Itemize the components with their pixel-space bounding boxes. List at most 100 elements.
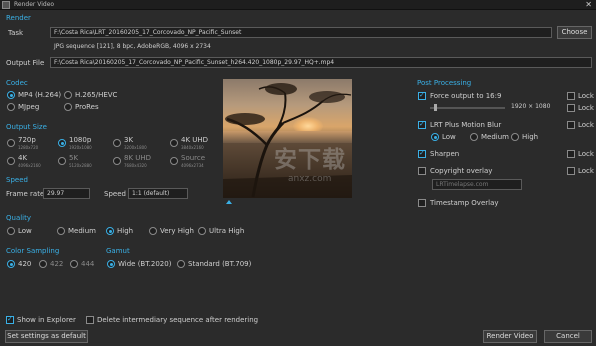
motion-blur-lock-label: Lock [578,121,594,129]
app-icon [2,1,10,9]
size-radio-3k[interactable] [113,139,121,147]
size-sub-720p: 1280x720 [18,145,39,150]
sampling-label-422: 422 [50,260,64,268]
quality-radio-very-high[interactable] [149,227,157,235]
gamut-section-title: Gamut [106,247,130,255]
sampling-radio-420[interactable] [7,260,15,268]
size-label-4kuhd: 4K UHD [181,136,209,144]
force-169-lock2-checkbox[interactable] [567,104,575,112]
codec-radio-mjpeg[interactable] [7,103,15,111]
gamut-radio-standard[interactable] [177,260,185,268]
quality-radio-ultra-high[interactable] [198,227,206,235]
sharpen-checkbox[interactable] [418,149,426,158]
size-radio-1080p[interactable] [58,139,66,147]
sampling-radio-422[interactable] [39,260,47,268]
quality-label-low: Low [18,227,32,235]
codec-label-prores: ProRes [75,103,99,111]
color-sampling-section-title: Color Sampling [6,247,60,255]
size-label-source: Source [181,154,206,162]
output-size-section-title: Output Size [6,123,47,131]
title-bar: Render Video ✕ [0,0,596,10]
preview-tree [223,83,352,198]
size-label-1080p: 1080p [69,136,92,144]
codec-radio-prores[interactable] [64,103,72,111]
codec-section-title: Codec [6,79,28,87]
size-sub-8kuhd: 7680x4320 [124,163,147,168]
codec-radio-mp4[interactable] [7,91,15,99]
codec-label-mp4: MP4 (H.264) [18,91,62,99]
timestamp-checkbox[interactable] [418,199,426,207]
blur-label-low: Low [442,133,456,141]
sharpen-lock-checkbox[interactable] [567,150,575,158]
set-default-button[interactable]: Set settings as default [5,330,88,343]
quality-label-very-high: Very High [160,227,194,235]
render-section-title: Render [6,14,31,22]
gamut-label-standard: Standard (BT.709) [188,260,252,268]
delete-intermediary-checkbox[interactable] [86,316,94,324]
quality-radio-high[interactable] [106,227,114,235]
sampling-label-420: 420 [18,260,32,268]
force-169-value: 1920 × 1080 [511,103,551,110]
cancel-button[interactable]: Cancel [544,330,592,343]
copyright-checkbox[interactable] [418,167,426,175]
motion-blur-label: LRT Plus Motion Blur [430,121,502,129]
copyright-text-field[interactable]: LRTimelapse.com [432,179,522,190]
force-169-lock-label: Lock [578,92,594,100]
size-radio-4kuhd[interactable] [170,139,178,147]
copyright-lock-checkbox[interactable] [567,167,575,175]
blur-radio-high[interactable] [511,133,519,141]
motion-blur-lock-checkbox[interactable] [567,121,575,129]
size-radio-8kuhd[interactable] [113,157,121,165]
force-169-checkbox[interactable] [418,91,426,100]
motion-blur-checkbox[interactable] [418,120,426,129]
close-icon[interactable]: ✕ [585,0,592,9]
render-video-button[interactable]: Render Video [483,330,537,343]
quality-label-ultra-high: Ultra High [209,227,245,235]
sampling-radio-444[interactable] [70,260,78,268]
output-file-field[interactable]: F:\Costa Rica\20160205_17_Corcovado_NP_P… [50,57,592,68]
quality-radio-low[interactable] [7,227,15,235]
size-label-720p: 720p [18,136,36,144]
force-169-lock-checkbox[interactable] [567,92,575,100]
task-info: JPG sequence [121], 8 bpc, AdobeRGB, 409… [54,43,211,50]
blur-radio-medium[interactable] [470,133,478,141]
size-sub-1080p: 1920x1080 [69,145,92,150]
force-169-label: Force output to 16:9 [430,92,502,100]
output-file-label: Output File [6,59,45,67]
force-169-slider-thumb[interactable] [433,104,437,111]
frame-rate-label: Frame rate [6,190,45,198]
size-label-4k: 4K [18,154,28,162]
sampling-label-444: 444 [81,260,95,268]
codec-radio-h265[interactable] [64,91,72,99]
size-sub-4kuhd: 3840x2160 [181,145,204,150]
quality-section-title: Quality [6,214,32,222]
preview-scroll-arrow-icon[interactable] [226,200,232,204]
size-radio-4k[interactable] [7,157,15,165]
delete-intermediary-label: Delete intermediary sequence after rende… [97,316,259,324]
force-169-slider[interactable] [430,107,505,109]
frame-rate-field[interactable]: 29.97 [43,188,90,199]
size-sub-3k: 3200x1800 [124,145,147,150]
sharpen-label: Sharpen [430,150,460,158]
size-label-5k: 5K [69,154,79,162]
size-radio-source[interactable] [170,157,178,165]
blur-radio-low[interactable] [431,133,439,141]
speed-label: Speed [104,190,126,198]
size-radio-5k[interactable] [58,157,66,165]
timestamp-label: Timestamp Overlay [430,199,499,207]
codec-label-h265: H.265/HEVC [75,91,118,99]
speed-field[interactable]: 1:1 (default) [128,188,188,199]
show-in-explorer-label: Show in Explorer [17,316,76,324]
task-label: Task [8,29,24,37]
quality-radio-medium[interactable] [57,227,65,235]
size-radio-720p[interactable] [7,139,15,147]
copyright-label: Copyright overlay [430,167,493,175]
blur-label-high: High [522,133,539,141]
gamut-radio-wide[interactable] [107,260,115,268]
choose-button[interactable]: Choose [557,26,592,39]
task-field[interactable]: F:\Costa Rica\LRT_20160205_17_Corcovado_… [50,27,552,38]
size-sub-source: 4096x2734 [181,163,204,168]
quality-label-medium: Medium [68,227,96,235]
blur-label-medium: Medium [481,133,509,141]
show-in-explorer-checkbox[interactable] [6,315,14,324]
